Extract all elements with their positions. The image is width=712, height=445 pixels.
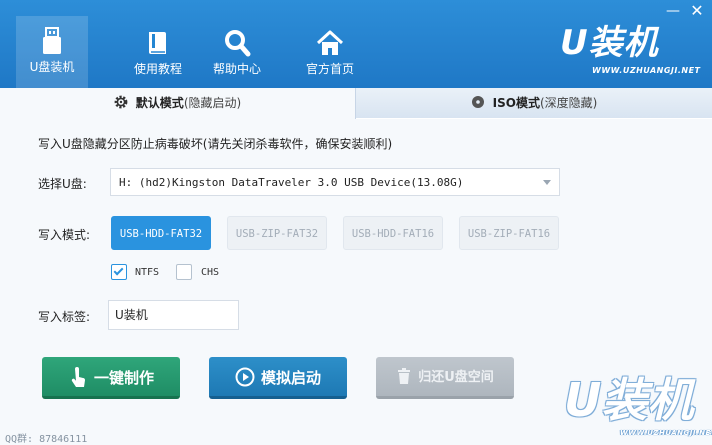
nav-item-usb-install[interactable]: U盘装机 bbox=[16, 16, 88, 88]
brand-logo: U装机 WWW.UZHUANGJI.NET bbox=[550, 20, 700, 82]
play-icon bbox=[235, 367, 255, 386]
trash-icon bbox=[398, 367, 411, 384]
tab-iso-mode[interactable]: ISO模式(深度隐藏) bbox=[356, 88, 712, 118]
restore-space-button: 归还U盘空间 bbox=[376, 357, 514, 399]
write-mode-label: 写入模式: bbox=[38, 228, 91, 242]
tab-title: 默认模式 bbox=[135, 96, 184, 110]
close-button[interactable]: ✕ bbox=[689, 3, 705, 19]
nav-item-tutorial[interactable]: 使用教程 bbox=[122, 18, 194, 86]
tap-icon bbox=[71, 366, 85, 387]
ntfs-checkbox[interactable] bbox=[111, 264, 127, 280]
notice-text: 写入U盘隐藏分区防止病毒破坏(请先关闭杀毒软件，确保安装顺利) bbox=[38, 137, 393, 151]
header-bar: — ✕ U盘装机 使用教程 帮助中心 官方首页 U装机 WWW.UZHUANGJ… bbox=[0, 0, 712, 88]
tab-subtitle: (深度隐藏) bbox=[539, 96, 598, 110]
nav-item-help[interactable]: 帮助中心 bbox=[201, 18, 273, 86]
nav-label: U盘装机 bbox=[29, 60, 75, 74]
usb-drive-icon bbox=[43, 27, 61, 54]
disk-label: 选择U盘: bbox=[38, 177, 87, 191]
minimize-button[interactable]: — bbox=[665, 4, 681, 18]
mode-usb-hdd-fat16[interactable]: USB-HDD-FAT16 bbox=[343, 216, 443, 250]
simulate-boot-button[interactable]: 模拟启动 bbox=[209, 357, 347, 399]
disc-icon bbox=[471, 96, 484, 108]
book-icon bbox=[149, 32, 166, 54]
tab-title: ISO模式 bbox=[492, 96, 540, 110]
chs-checkbox[interactable] bbox=[176, 264, 192, 280]
mode-usb-zip-fat16[interactable]: USB-ZIP-FAT16 bbox=[459, 216, 559, 250]
chs-label: CHS bbox=[201, 267, 220, 278]
watermark-url: WWW.UZHUANGJI.NET bbox=[620, 429, 712, 437]
nav-label: 使用教程 bbox=[133, 62, 182, 76]
qq-group-text: QQ群: 87846111 bbox=[5, 434, 88, 445]
simulate-boot-label: 模拟启动 bbox=[260, 369, 321, 387]
disk-value: H: (hd2)Kingston DataTraveler 3.0 USB De… bbox=[119, 176, 464, 189]
volume-label-input[interactable]: U装机 bbox=[108, 300, 239, 330]
chevron-down-icon bbox=[543, 180, 551, 185]
watermark-text: U装机 bbox=[564, 373, 694, 427]
volume-label-label: 写入标签: bbox=[38, 310, 91, 324]
gear-icon bbox=[114, 95, 128, 109]
logo-url: WWW.UZHUANGJI.NET bbox=[592, 66, 701, 75]
logo-text: U装机 bbox=[560, 23, 659, 63]
ntfs-label: NTFS bbox=[135, 267, 160, 278]
main-panel: 写入U盘隐藏分区防止病毒破坏(请先关闭杀毒软件，确保安装顺利) 选择U盘: H:… bbox=[0, 119, 712, 445]
nav-item-home[interactable]: 官方首页 bbox=[294, 18, 366, 86]
make-bootable-label: 一键制作 bbox=[93, 369, 154, 387]
restore-space-label: 归还U盘空间 bbox=[418, 370, 494, 385]
tab-subtitle: (隐藏启动) bbox=[183, 96, 242, 110]
checkmark-icon bbox=[113, 265, 124, 276]
search-icon bbox=[225, 30, 251, 57]
tab-default-mode[interactable]: 默认模式(隐藏启动) bbox=[0, 88, 356, 119]
mode-usb-zip-fat32[interactable]: USB-ZIP-FAT32 bbox=[227, 216, 327, 250]
home-icon bbox=[316, 30, 344, 55]
mode-usb-hdd-fat32[interactable]: USB-HDD-FAT32 bbox=[111, 216, 211, 250]
watermark-logo: U装机 WWW.UZHUANGJI.NET bbox=[560, 372, 712, 442]
nav-label: 官方首页 bbox=[305, 62, 354, 76]
mode-tabs: 默认模式(隐藏启动) ISO模式(深度隐藏) bbox=[0, 88, 712, 119]
nav-label: 帮助中心 bbox=[212, 62, 261, 76]
make-bootable-button[interactable]: 一键制作 bbox=[42, 357, 180, 399]
disk-select[interactable]: H: (hd2)Kingston DataTraveler 3.0 USB De… bbox=[110, 168, 560, 196]
